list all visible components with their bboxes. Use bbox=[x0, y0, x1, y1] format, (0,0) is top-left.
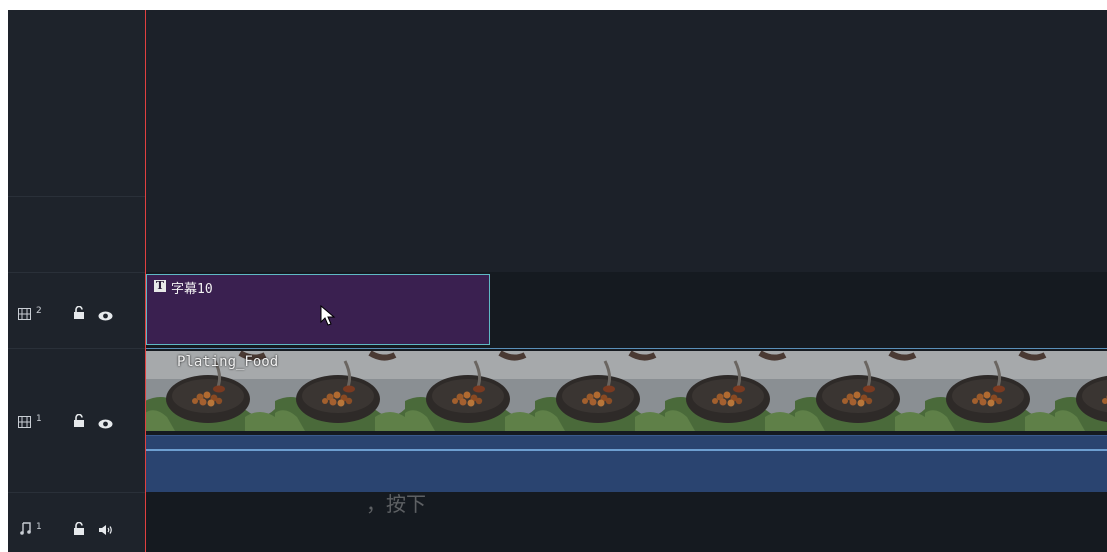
track-header-audio-1[interactable]: 1 bbox=[8, 493, 145, 552]
video-thumbnail-strip bbox=[145, 351, 1107, 431]
film-strip-icon bbox=[18, 305, 31, 324]
music-note-icon bbox=[20, 520, 31, 539]
video-clip[interactable]: Plating_Food bbox=[145, 348, 1107, 492]
track-number: 1 bbox=[36, 414, 42, 424]
track-header-video-1[interactable]: 1 bbox=[8, 349, 145, 493]
subtitle-overlay-text: ，按下 bbox=[366, 492, 426, 516]
eye-icon[interactable] bbox=[98, 306, 113, 325]
unlock-icon[interactable] bbox=[73, 304, 85, 323]
track-header-column: 2 1 1 bbox=[8, 10, 146, 552]
speaker-icon[interactable] bbox=[98, 521, 114, 540]
timeline-area[interactable]: T 字幕10 Plating_Food bbox=[145, 10, 1107, 552]
title-clip[interactable]: T 字幕10 bbox=[146, 274, 490, 345]
mouse-cursor-icon bbox=[320, 304, 336, 331]
unlock-icon[interactable] bbox=[73, 520, 85, 539]
track-number: 1 bbox=[36, 522, 42, 532]
clip-audio-waveform-bar bbox=[145, 435, 1107, 492]
playhead[interactable] bbox=[145, 10, 146, 552]
video-clip-label: Plating_Food bbox=[177, 354, 279, 370]
eye-icon[interactable] bbox=[98, 414, 113, 433]
empty-track-header bbox=[8, 197, 145, 273]
title-clip-label: 字幕10 bbox=[171, 282, 213, 297]
clip-audio-volume-line[interactable] bbox=[145, 449, 1107, 451]
empty-track-header bbox=[8, 10, 145, 197]
timeline-editor: 2 1 1 T 字幕10 Plating_Food ，按下 bbox=[8, 10, 1107, 552]
audio-track-1-lane[interactable] bbox=[145, 492, 1107, 552]
track-header-video-2[interactable]: 2 bbox=[8, 273, 145, 349]
track-number: 2 bbox=[36, 306, 42, 316]
film-strip-icon bbox=[18, 413, 31, 432]
unlock-icon[interactable] bbox=[73, 412, 85, 431]
title-text-icon: T bbox=[154, 279, 166, 292]
empty-lane[interactable] bbox=[145, 10, 1107, 272]
